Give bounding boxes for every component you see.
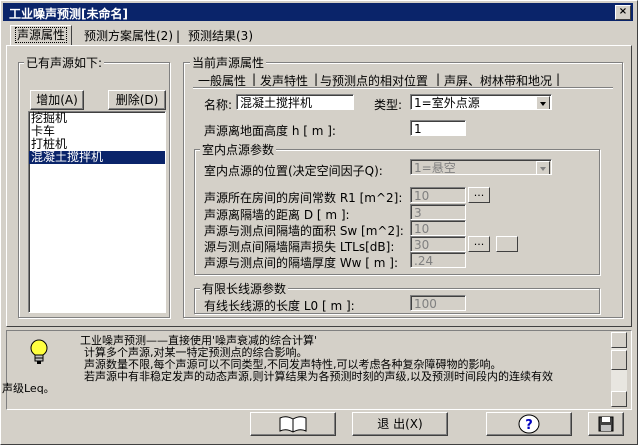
name-input[interactable]: 混凝土搅拌机 [236,94,354,110]
list-item-selected[interactable]: 混凝土搅拌机 [29,151,165,164]
wall-loss-input[interactable]: 30 [410,236,466,252]
tab-separator: | [176,29,181,43]
wall-thickness-label: 声源与测点间的隔墙厚度 Ww [ m ]: [204,256,399,270]
source-listbox[interactable]: 挖掘机 卡车 打桩机 混凝土搅拌机 [28,111,166,313]
window-title: 工业噪声预测[未命名] [9,7,128,21]
tab-label: 预测结果(3) [188,29,253,43]
help-icon: ? [518,414,540,434]
tab-prediction-results[interactable]: 预测结果(3) [184,27,257,45]
help-button[interactable]: ? [486,412,572,436]
subtab-separator: | [252,72,257,86]
delete-source-button[interactable]: 删除(D) [108,90,166,110]
save-button[interactable] [588,412,624,436]
tab-source-properties[interactable]: 声源属性 [10,25,73,46]
lightbulb-icon [28,338,50,366]
tab-label: 预测方案属性(2) [84,29,173,43]
subtab-separator: | [314,72,319,86]
line-source-group-label: 有限长线源参数 [200,280,289,297]
wall-area-input[interactable]: 10 [410,220,466,236]
wall-area-label: 声源与测点间隔墙的面积 Sw [m^2]: [204,224,404,238]
source-list-group-label: 已有声源如下: [24,54,105,71]
svg-text:?: ? [525,418,533,433]
chevron-down-icon[interactable] [536,96,550,109]
chevron-down-icon[interactable] [536,161,550,174]
tab-label: 声源属性 [15,27,68,43]
wall-loss-label: 源与测点间隔墙隔声损失 LTLs[dB]: [204,240,395,254]
subtab-label: 一般属性 [198,74,247,88]
type-select[interactable]: 1=室外点源 [410,94,552,110]
subtab-separator: | [556,72,561,86]
subtab-label: 发声特性 [260,74,309,88]
indoor-position-select[interactable]: 1=悬空 [410,159,552,175]
type-select-value: 1=室外点源 [414,96,480,110]
indoor-source-group-label: 室内点源参数 [200,141,277,158]
scroll-down-button[interactable] [611,391,627,407]
book-icon [279,416,307,433]
line-length-label: 有线长线源的长度 L0 [ m ]: [204,299,355,313]
wall-loss-browse-button[interactable]: ... [468,236,490,252]
subtab-label: 与预测点的相对位置 [320,74,429,88]
info-line: 若声源中有非稳定发声的动态声源,则计算结果为各预测时刻的声级,以及预测时间段内的… [84,370,553,383]
height-label: 声源离地面高度 h [ m ]: [204,124,336,138]
wall-loss-extra-button[interactable] [496,236,518,252]
subtab-separator: | [436,72,441,86]
name-label: 名称: [204,98,233,112]
indoor-position-value: 1=悬空 [414,161,456,175]
current-source-group-label: 当前声源属性 [190,54,267,71]
subtab-divider [193,87,613,89]
room-constant-browse-button[interactable]: ... [468,187,490,203]
tab-scheme-properties[interactable]: 预测方案属性(2) [80,27,177,45]
add-source-button[interactable]: 增加(A) [30,90,84,110]
save-icon [598,416,614,432]
wall-thickness-input[interactable]: .24 [410,252,466,268]
subtab-label: 声屏、树林带和地况 [444,74,553,88]
scroll-up-button[interactable] [611,332,627,348]
book-button[interactable] [250,412,336,436]
indoor-position-label: 室内点源的位置(决定空间因子Q): [204,164,383,178]
wall-distance-input[interactable]: 3 [410,204,466,220]
room-constant-input[interactable]: 10 [410,187,466,203]
info-text: 工业噪声预测——直接使用'噪声衰减的综合计算' 计算多个声源,对某一特定预测点的… [2,335,610,395]
line-length-input[interactable]: 100 [410,295,466,311]
title-bar[interactable]: 工业噪声预测[未命名] × [3,3,633,21]
info-line: 声级Leq。 [2,382,55,395]
wall-distance-label: 声源离隔墙的距离 D [ m ]: [204,208,350,222]
height-input[interactable]: 1 [410,120,466,136]
room-constant-label: 声源所在房间的房间常数 R1 [m^2]: [204,191,403,205]
type-label: 类型: [374,98,403,112]
exit-button[interactable]: 退 出(X) [352,412,448,436]
info-scrollbar[interactable] [611,332,627,407]
close-button[interactable]: × [615,5,631,20]
scroll-thumb[interactable] [611,350,627,370]
